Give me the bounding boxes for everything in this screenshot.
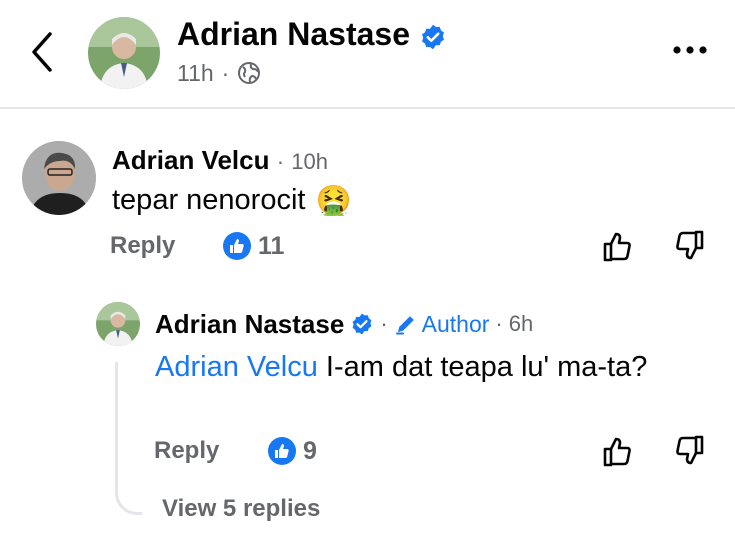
verified-badge-icon [352,313,372,335]
reply-author-avatar[interactable] [96,302,140,346]
post-meta: 11h · [177,58,261,88]
reply-button[interactable]: Reply [154,436,219,466]
like-reaction-icon [223,232,251,260]
reaction-summary[interactable]: 9 [267,436,317,466]
comment-text: tepar nenorocit [112,184,306,216]
globe-icon [238,62,261,84]
dislike-button[interactable] [670,226,710,266]
thumbs-up-icon [603,437,631,467]
like-reaction-icon [268,437,296,465]
like-button[interactable] [597,226,637,266]
like-button[interactable] [597,431,637,471]
reply-time: 6h [508,311,534,336]
thread-connector-line [115,362,142,515]
meta-separator: · [495,311,503,336]
comment-header: Adrian Velcu · 10h [112,144,328,178]
comment-time: 10h [291,149,329,174]
author-badge: Author [394,308,490,340]
mention-link[interactable]: Adrian Velcu [155,351,318,383]
reaction-summary[interactable]: 11 [222,231,284,261]
author-badge-label: Author [421,311,490,337]
verified-badge-icon [421,24,444,49]
meta-separator: · [221,60,230,86]
reply-button[interactable]: Reply [110,231,175,261]
reaction-count: 11 [258,232,285,260]
meta-separator: · [380,311,388,336]
reaction-count: 9 [303,437,317,465]
header-divider [0,107,735,109]
commenter-avatar[interactable] [22,141,96,215]
pencil-icon [395,316,414,335]
reply-text: I-am dat teapa lu' ma-ta? [317,351,648,383]
vomiting-face-emoji: 🤮 [315,183,352,217]
thumbs-down-icon [676,230,704,260]
view-replies-link[interactable]: View 5 replies [162,494,320,524]
thumbs-up-icon [603,232,631,262]
comment-body: tepar nenorocit 🤮 [112,182,352,218]
dislike-button[interactable] [670,431,710,471]
post-author-name[interactable]: Adrian Nastase [177,15,447,53]
meta-separator: · [276,149,285,174]
thumbs-down-icon [676,435,704,465]
post-author-avatar[interactable] [88,17,160,89]
more-icon [673,46,707,54]
back-button[interactable] [28,30,58,74]
comment-author-name[interactable]: Adrian Velcu [112,145,270,175]
reply-header: Adrian Nastase · Author · 6h [155,308,533,340]
reply-author-name[interactable]: Adrian Nastase [155,308,344,340]
more-options-button[interactable] [668,38,712,62]
post-time: 11h [177,60,214,86]
reply-body: Adrian Velcu I-am dat teapa lu' ma-ta? [155,348,695,386]
back-icon [32,32,52,72]
